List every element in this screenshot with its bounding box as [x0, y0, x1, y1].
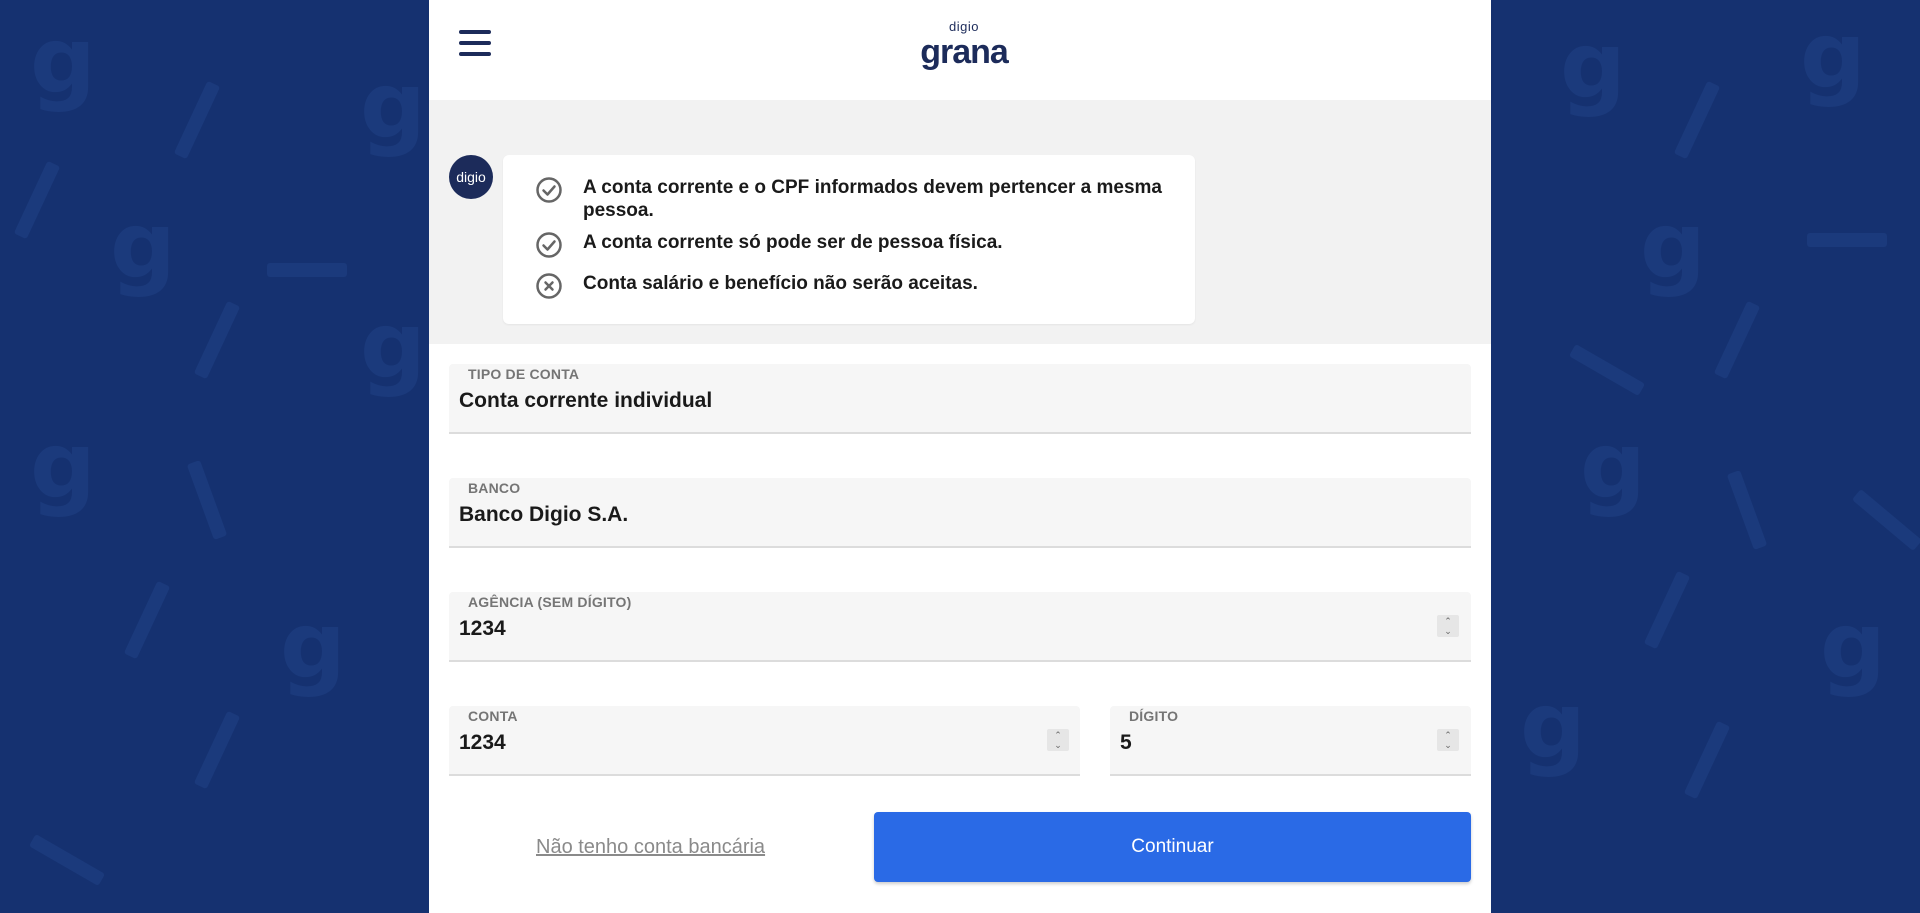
agency-value: 1234 — [459, 617, 506, 640]
account-type-value: Conta corrente individual — [459, 389, 713, 412]
no-bank-account-link[interactable]: Não tenho conta bancária — [536, 836, 765, 859]
info-item: A conta corrente e o CPF informados deve… — [535, 176, 1175, 222]
info-bubble: A conta corrente e o CPF informados deve… — [503, 155, 1195, 324]
digit-input[interactable]: DÍGITO 5 ⌃ ⌄ — [1110, 706, 1471, 776]
info-text: A conta corrente e o CPF informados deve… — [583, 177, 1162, 221]
info-item: Conta salário e benefício não serão acei… — [535, 272, 1175, 300]
main-panel: digio grana digio A conta corrente e o C… — [429, 0, 1491, 913]
agency-input[interactable]: AGÊNCIA (SEM DÍGITO) 1234 ⌃ ⌄ — [449, 592, 1471, 662]
digio-avatar: digio — [449, 155, 493, 199]
check-circle-icon — [536, 177, 562, 203]
account-label: CONTA — [468, 708, 518, 724]
bank-field[interactable]: BANCO Banco Digio S.A. — [449, 478, 1471, 548]
account-value: 1234 — [459, 731, 506, 754]
info-area: digio A conta corrente e o CPF informado… — [429, 100, 1491, 344]
bank-label: BANCO — [468, 480, 521, 496]
bank-value: Banco Digio S.A. — [459, 503, 629, 526]
account-input[interactable]: CONTA 1234 ⌃ ⌄ — [449, 706, 1080, 776]
digio-grana-logo: digio grana — [914, 20, 1014, 76]
agency-stepper-icon[interactable]: ⌃ ⌄ — [1437, 615, 1459, 637]
hamburger-menu-icon[interactable] — [459, 30, 491, 58]
agency-label: AGÊNCIA (SEM DÍGITO) — [468, 594, 632, 610]
logo-big-text: grana — [920, 33, 1009, 71]
account-type-label: TIPO DE CONTA — [468, 366, 580, 382]
x-circle-icon — [536, 273, 562, 299]
digit-stepper-icon[interactable]: ⌃ ⌄ — [1437, 729, 1459, 751]
info-text: A conta corrente só pode ser de pessoa f… — [583, 232, 1003, 253]
account-stepper-icon[interactable]: ⌃ ⌄ — [1047, 729, 1069, 751]
account-type-field[interactable]: TIPO DE CONTA Conta corrente individual — [449, 364, 1471, 434]
logo-small-text: digio — [949, 19, 979, 34]
info-text: Conta salário e benefício não serão acei… — [583, 273, 978, 294]
info-item: A conta corrente só pode ser de pessoa f… — [535, 231, 1175, 259]
digit-label: DÍGITO — [1129, 708, 1179, 724]
digit-value: 5 — [1120, 731, 1132, 754]
check-circle-icon — [536, 232, 562, 258]
continue-button[interactable]: Continuar — [874, 812, 1471, 882]
top-bar: digio grana — [429, 0, 1491, 100]
